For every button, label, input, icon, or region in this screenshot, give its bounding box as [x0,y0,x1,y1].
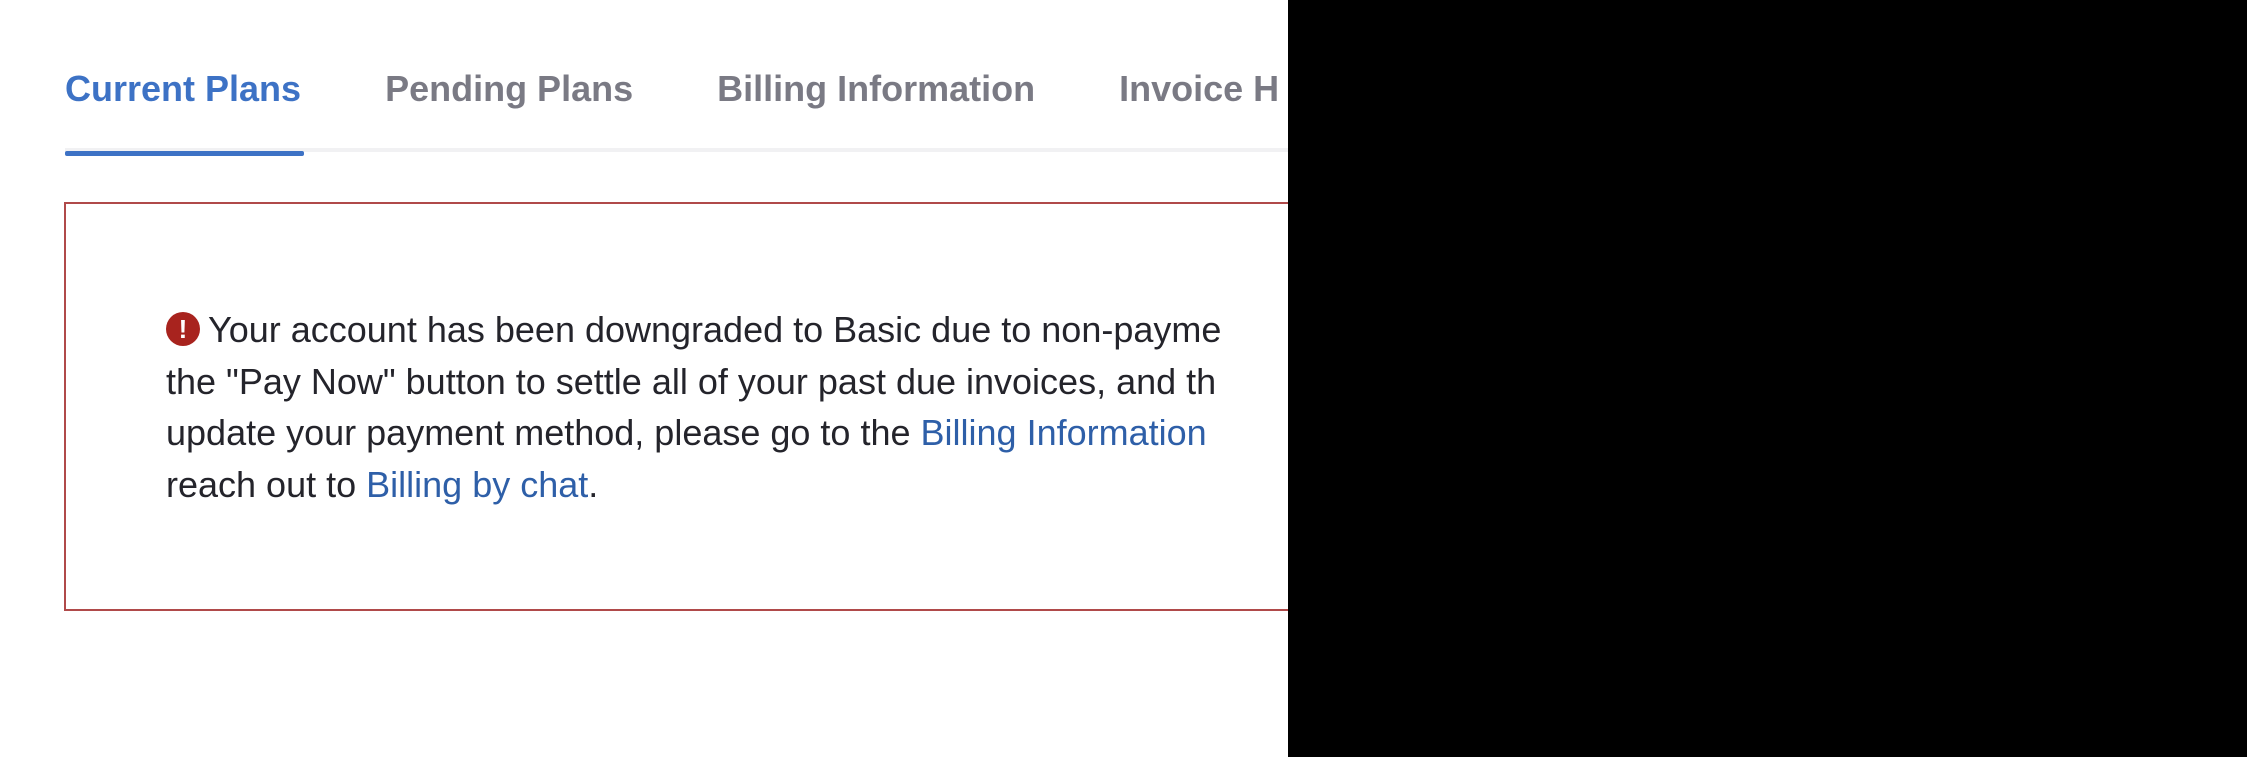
downgrade-alert: ! Your account has been downgraded to Bas… [64,202,1329,611]
exclamation-circle-icon: ! [166,312,200,346]
tab-billing-information[interactable]: Billing Information [717,0,1035,152]
alert-line-2: the "Pay Now" button to settle all of yo… [166,356,1346,408]
alert-text-4-end: . [588,463,599,505]
tab-invoice-history[interactable]: Invoice H [1119,0,1279,152]
tab-pending-plans[interactable]: Pending Plans [385,0,633,152]
alert-line-1: ! Your account has been downgraded to Bas… [166,304,1346,356]
alert-text-3: update your payment method, please go to… [166,412,921,453]
billing-by-chat-link[interactable]: Billing by chat [366,464,588,505]
alert-message: ! Your account has been downgraded to Bas… [166,304,1346,510]
billing-information-link[interactable]: Billing Information [921,412,1207,453]
redacted-panel [1288,0,2247,757]
tab-current-plans[interactable]: Current Plans [65,0,305,156]
alert-line-4: reach out to Billing by chat. [166,459,1346,511]
alert-text-2: the "Pay Now" button to settle all of yo… [166,360,1217,402]
alert-text-4: reach out to [166,463,367,505]
plan-tabs: Current Plans Pending Plans Billing Info… [65,0,1329,156]
alert-text-1: Your account has been downgraded to Basi… [208,309,1222,350]
alert-line-3: update your payment method, please go to… [166,407,1346,459]
